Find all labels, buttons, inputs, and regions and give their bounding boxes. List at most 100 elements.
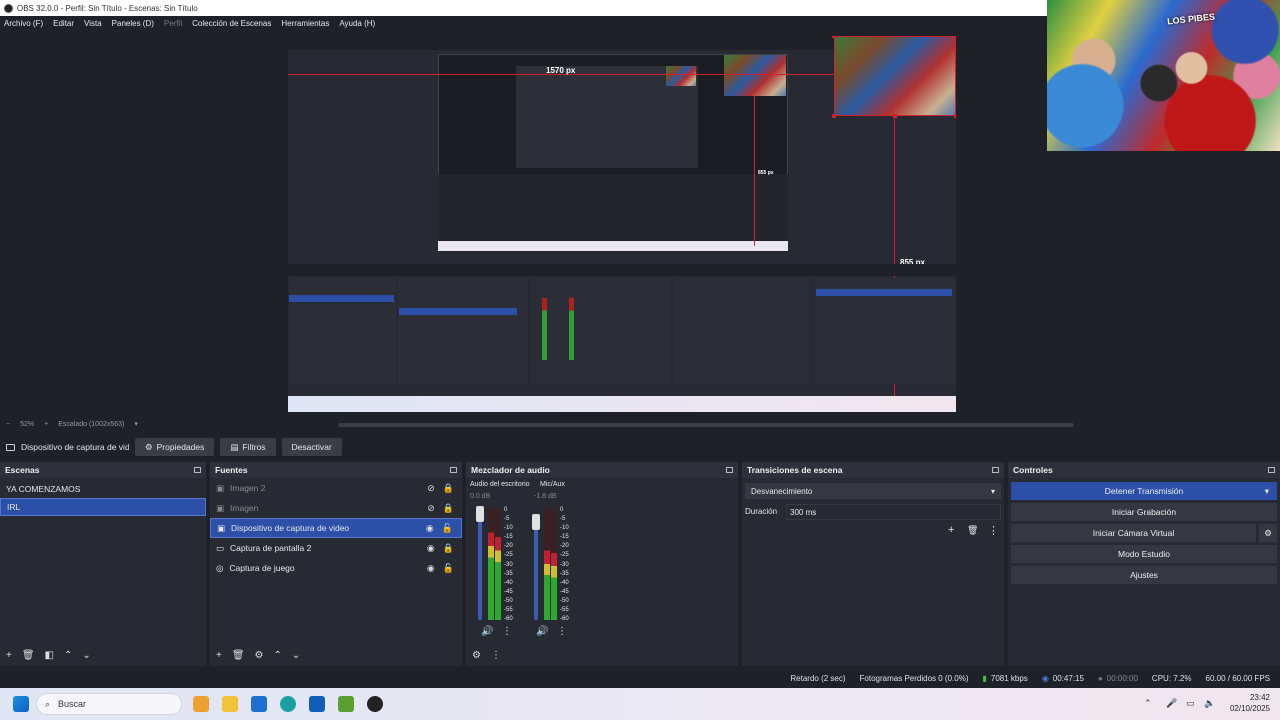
taskbar-search[interactable]: ⌕ Buscar (36, 693, 182, 715)
source-item[interactable]: ▣ Imagen ⊘ 🔒 (210, 498, 462, 518)
measure-top-label: 1570 px (546, 66, 576, 75)
kebab-menu-icon[interactable]: ⋮ (502, 626, 512, 637)
filters-button[interactable]: ▤ Filtros (220, 438, 276, 456)
nested-taskbar (288, 396, 956, 412)
level-meter (551, 508, 557, 620)
undock-icon[interactable] (194, 467, 201, 473)
trash-icon[interactable]: 🗑 (967, 525, 978, 536)
unlock-icon[interactable]: 🔓 (443, 563, 454, 574)
lock-icon[interactable]: 🔒 (443, 543, 454, 554)
kebab-menu-icon[interactable]: ⋮ (988, 524, 999, 537)
eye-icon[interactable]: ◉ (426, 523, 434, 534)
move-down-icon[interactable]: ⌄ (292, 650, 300, 661)
unlock-icon[interactable]: 🔓 (442, 523, 453, 534)
db-tick: -10 (560, 525, 569, 532)
folder-icon[interactable] (222, 696, 238, 712)
chevron-down-icon[interactable]: ▾ (1265, 486, 1269, 497)
undock-icon[interactable] (726, 467, 733, 473)
speaker-icon[interactable]: 🔊 (481, 626, 493, 637)
move-up-icon[interactable]: ⌃ (64, 650, 72, 661)
move-up-icon[interactable]: ⌃ (274, 650, 282, 661)
kebab-menu-icon[interactable]: ⋮ (491, 650, 501, 661)
source-label: Captura de juego (229, 563, 295, 573)
undock-icon[interactable] (450, 467, 457, 473)
windows-start-icon[interactable] (13, 696, 29, 712)
add-icon[interactable]: + (948, 524, 954, 536)
trash-icon[interactable]: 🗑 (232, 650, 245, 661)
add-icon[interactable]: + (216, 650, 222, 661)
taskbar-clock[interactable]: 23:42 02/10/2025 (1230, 692, 1270, 714)
menu-item-ayuda[interactable]: Ayuda (H) (339, 19, 375, 28)
scene-item-selected[interactable]: IRL (0, 498, 206, 516)
speaker-icon[interactable]: 🔊 (536, 626, 548, 637)
advanced-audio-icon[interactable]: ⚙ (472, 650, 481, 661)
scale-mode-label[interactable]: Escalado (1002x563) (58, 421, 124, 428)
trash-icon[interactable]: 🗑 (22, 650, 35, 661)
duration-input[interactable]: 300 ms (786, 504, 1001, 520)
start-recording-button[interactable]: Iniciar Grabación (1011, 503, 1277, 521)
volume-icon[interactable]: 🔈 (1204, 698, 1215, 709)
app-icon[interactable] (193, 696, 209, 712)
store-icon[interactable] (251, 696, 267, 712)
menu-item-herramientas[interactable]: Herramientas (281, 19, 329, 28)
start-virtual-camera-button[interactable]: Iniciar Cámara Virtual (1011, 524, 1256, 542)
eye-icon[interactable]: ◉ (427, 563, 435, 574)
lock-icon[interactable]: 🔒 (443, 503, 454, 514)
chevron-up-icon[interactable]: ⌃ (1144, 698, 1152, 709)
microphone-icon[interactable]: 🎤 (1166, 698, 1177, 709)
menu-item-coleccion[interactable]: Colección de Escenas (192, 19, 271, 28)
deactivate-button[interactable]: Desactivar (281, 438, 342, 456)
studio-mode-button[interactable]: Modo Estudio (1011, 545, 1277, 563)
gear-icon[interactable]: ⚙ (255, 650, 264, 661)
menu-item-editar[interactable]: Editar (53, 19, 74, 28)
volume-slider-handle[interactable] (476, 506, 484, 522)
source-item[interactable]: ▣ Imagen 2 ⊘ 🔒 (210, 478, 462, 498)
zoom-in-button[interactable]: + (44, 421, 48, 428)
edge-icon[interactable] (280, 696, 296, 712)
outlook-icon[interactable] (309, 696, 325, 712)
eye-icon[interactable]: ◉ (427, 543, 435, 554)
undock-icon[interactable] (1268, 467, 1275, 473)
level-meter (488, 508, 494, 620)
scale-dropdown-icon[interactable]: ▾ (134, 420, 138, 428)
lock-icon[interactable]: 🔒 (443, 483, 454, 494)
gear-icon[interactable]: ⚙ (1259, 524, 1277, 542)
network-icon[interactable]: ▭ (1186, 698, 1195, 709)
selection-box[interactable] (834, 36, 956, 116)
preview-scrollbar[interactable] (338, 423, 1074, 427)
volume-slider[interactable] (478, 508, 482, 620)
properties-button[interactable]: ⚙ Propiedades (135, 438, 215, 456)
volume-slider-handle[interactable] (532, 514, 540, 530)
source-item[interactable]: ▭ Captura de pantalla 2 ◉ 🔒 (210, 538, 462, 558)
undock-icon[interactable] (992, 467, 999, 473)
menu-item-archivo[interactable]: Archivo (F) (4, 19, 43, 28)
source-label: Imagen (230, 503, 259, 513)
move-down-icon[interactable]: ⌄ (82, 650, 90, 661)
zoom-out-button[interactable]: − (6, 421, 10, 428)
source-label: Captura de pantalla 2 (230, 543, 312, 553)
menu-item-vista[interactable]: Vista (84, 19, 102, 28)
nested-stop-button (816, 289, 952, 296)
db-tick: -5 (560, 516, 566, 523)
settings-button[interactable]: Ajustes (1011, 566, 1277, 584)
eye-hidden-icon[interactable]: ⊘ (427, 483, 435, 494)
stop-stream-button[interactable]: Detener Transmisión ▾ (1011, 482, 1277, 500)
source-item[interactable]: ◎ Captura de juego ◉ 🔓 (210, 558, 462, 578)
signal-icon: ▮ (982, 673, 987, 683)
source-item-selected[interactable]: ▣ Dispositivo de captura de video ◉ 🔓 (210, 518, 462, 538)
preview-canvas[interactable]: 1570 px 855 px 855 px (288, 36, 956, 412)
add-icon[interactable]: + (6, 650, 12, 661)
db-tick: -30 (504, 561, 513, 568)
minecraft-icon[interactable] (338, 696, 354, 712)
transition-select[interactable]: Desvanecimiento ▾ (745, 483, 1001, 499)
obs-icon[interactable] (367, 696, 383, 712)
transition-select-value: Desvanecimiento (751, 486, 813, 496)
kebab-menu-icon[interactable]: ⋮ (557, 626, 567, 637)
scene-item[interactable]: YA COMENZAMOS (0, 480, 206, 498)
db-tick: -20 (560, 543, 569, 550)
menu-item-paneles[interactable]: Paneles (D) (112, 19, 154, 28)
sources-toolbar: + 🗑 ⚙ ⌃ ⌄ (210, 644, 462, 666)
filter-icon[interactable]: ◧ (45, 650, 54, 661)
menu-item-perfil[interactable]: Perfil (164, 19, 182, 28)
eye-hidden-icon[interactable]: ⊘ (427, 503, 435, 514)
